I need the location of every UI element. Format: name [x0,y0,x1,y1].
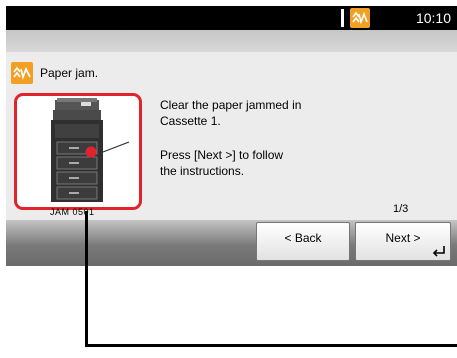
jam-location-highlight [14,93,142,210]
title-band [6,30,457,52]
message-line-4: the instructions. [160,164,245,178]
paper-jam-icon [11,62,33,84]
jam-point-marker [85,146,97,158]
callout-line-horizontal [85,344,457,347]
error-indicator-icon[interactable] [350,8,370,28]
back-button-label: < Back [284,231,322,245]
message-line-2: Cassette 1. [160,114,221,128]
next-button-label: Next > [385,231,421,245]
next-button[interactable]: Next > [355,222,451,261]
message-line-3: Press [Next >] to follow [160,148,284,162]
error-title: Paper jam. [40,66,99,80]
callout-line-vertical [85,211,88,347]
back-button[interactable]: < Back [256,222,350,261]
clock: 10:10 [415,10,451,26]
printer-illustration [51,98,130,202]
message-line-1: Clear the paper jammed in [160,98,302,112]
enter-icon [432,246,445,257]
page-indicator: 1/3 [393,203,409,215]
status-bar: 10:10 [6,6,457,30]
output-tray [53,110,101,120]
status-divider [341,9,344,27]
